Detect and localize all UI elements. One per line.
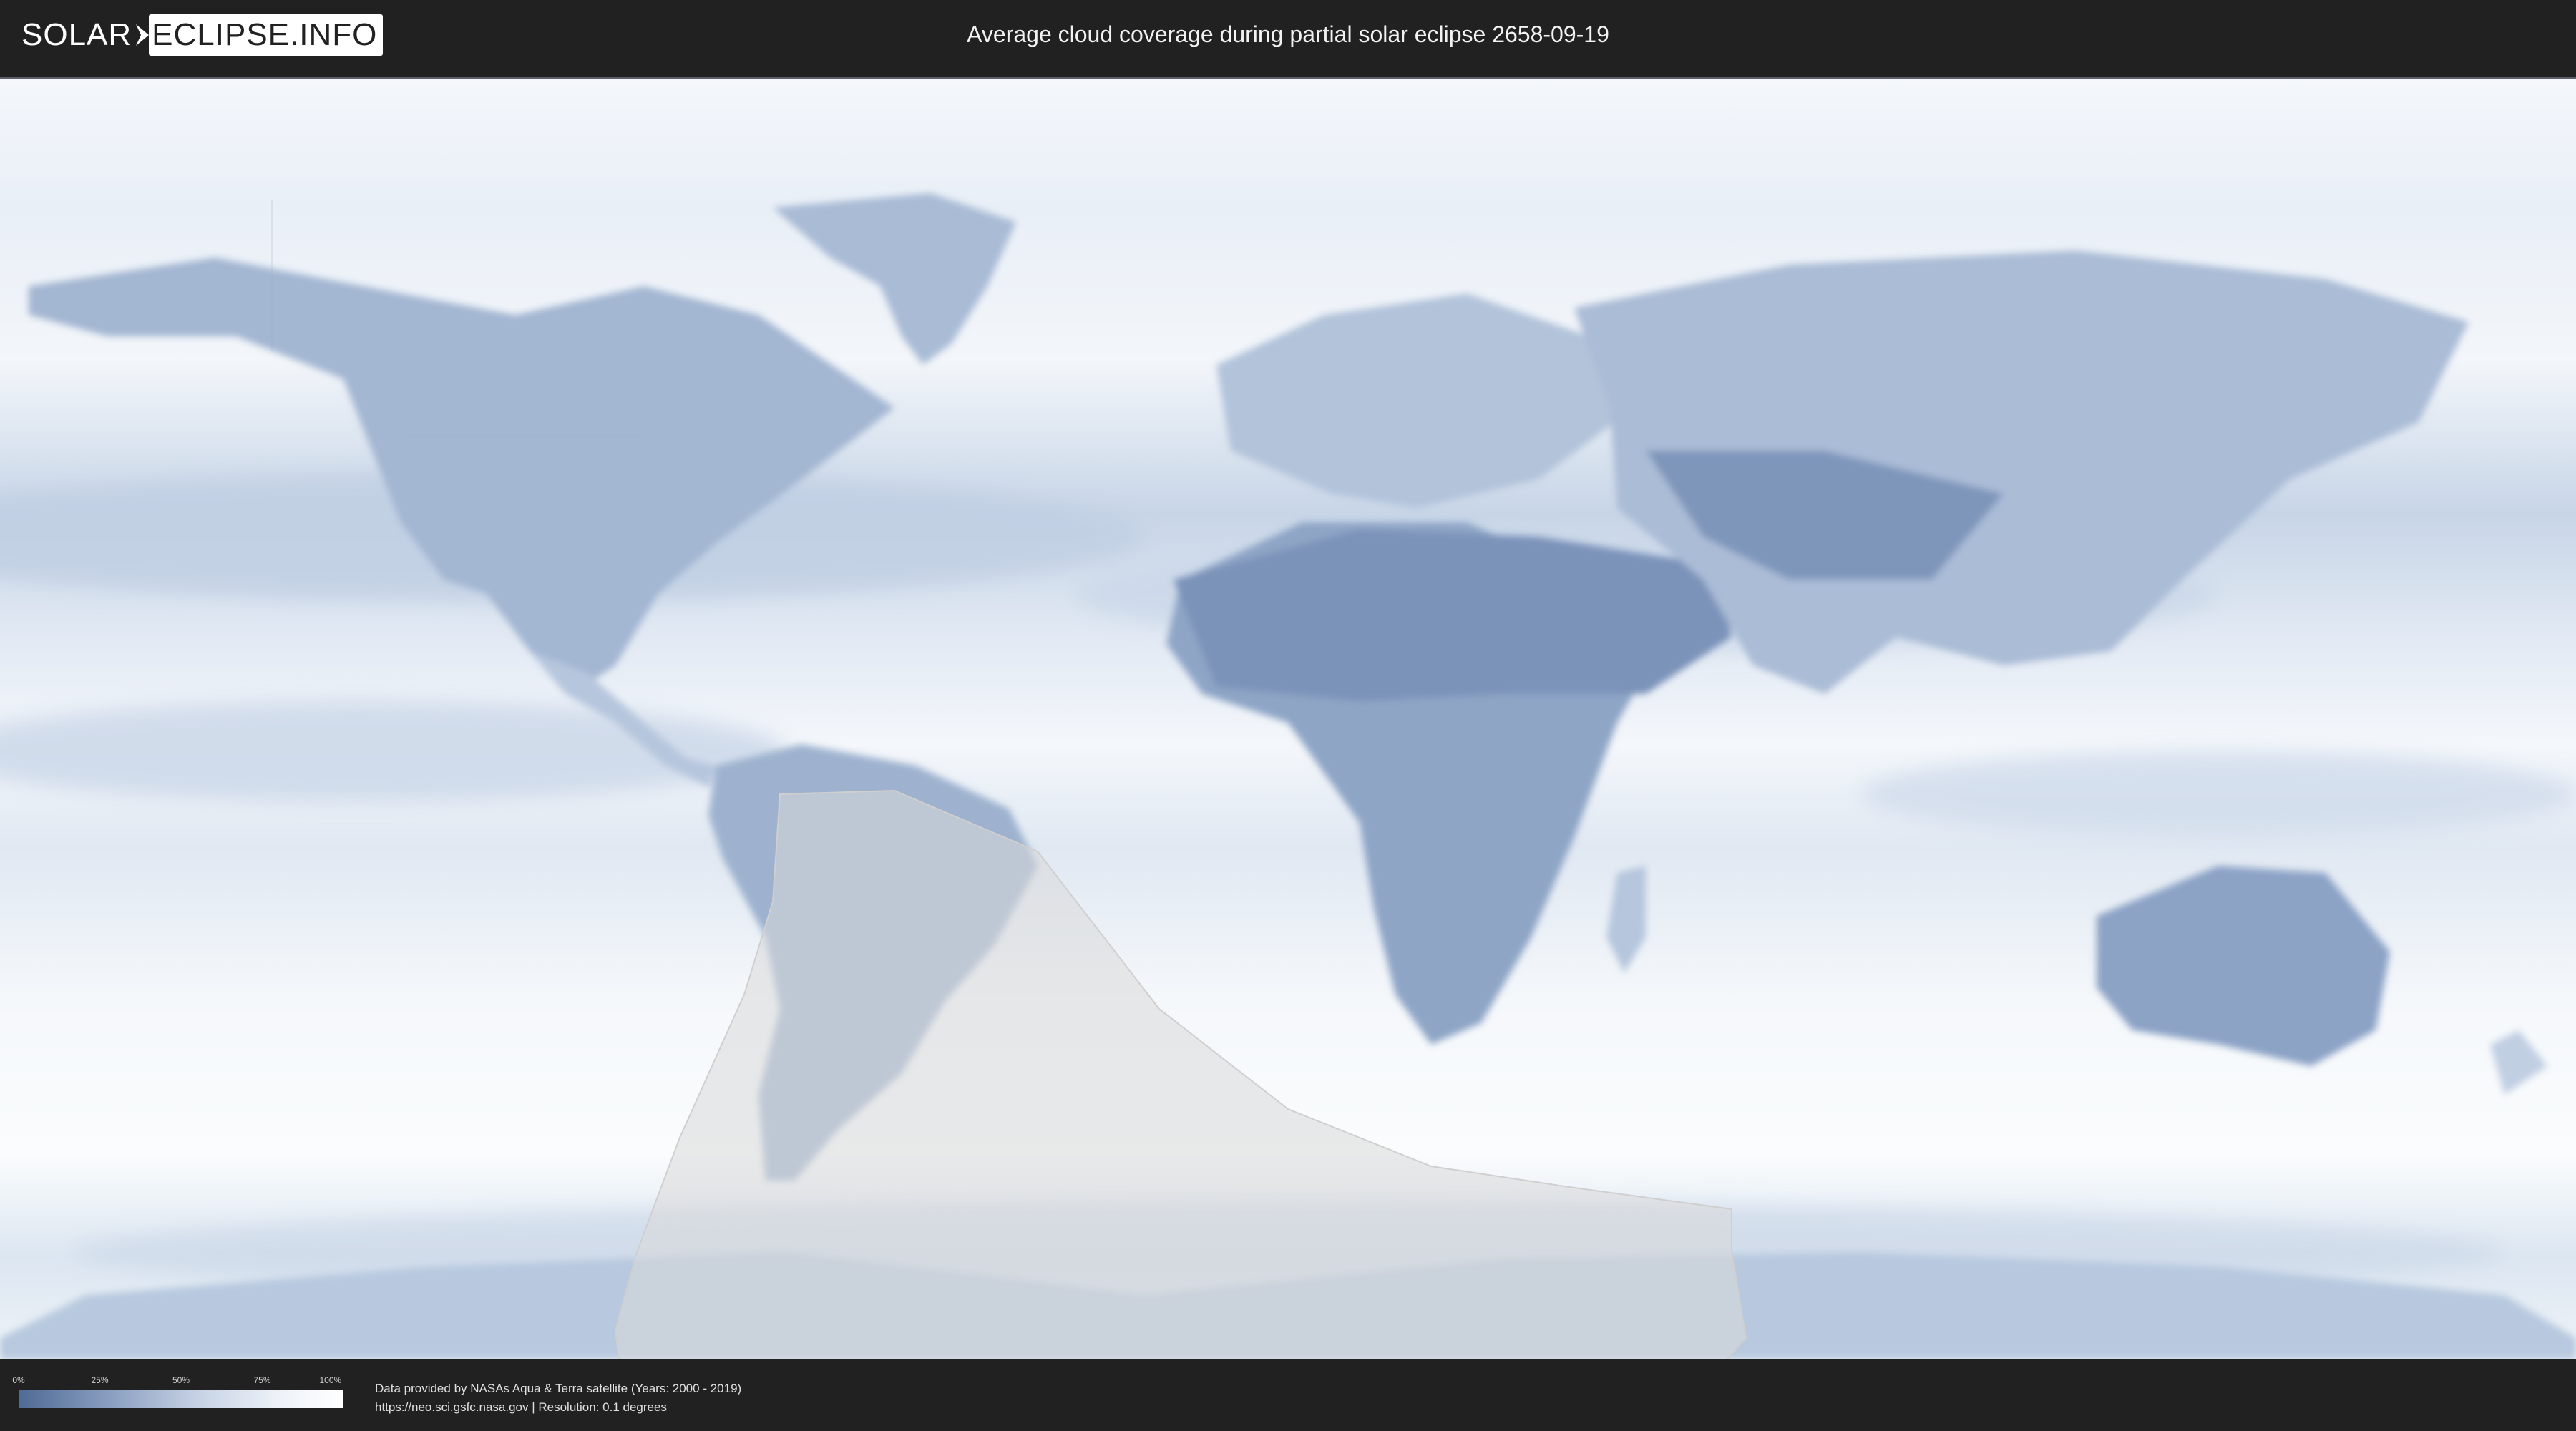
cloud-coverage-legend: 0% 25% 50% 75% 100% xyxy=(12,1375,343,1408)
page-title: Average cloud coverage during partial so… xyxy=(967,21,1609,47)
legend-tick-0: 0% xyxy=(12,1375,25,1385)
legend-ticks: 0% 25% 50% 75% 100% xyxy=(12,1375,343,1388)
footer-bar: 0% 25% 50% 75% 100% Data provided by NAS… xyxy=(0,1359,2576,1431)
legend-tick-75: 75% xyxy=(253,1375,271,1385)
cloud-coverage-map[interactable] xyxy=(0,77,2576,1361)
data-credits: Data provided by NASAs Aqua & Terra sate… xyxy=(375,1379,741,1417)
legend-tick-25: 25% xyxy=(91,1375,109,1385)
credits-url: https://neo.sci.gsfc.nasa.gov | Resoluti… xyxy=(375,1400,667,1414)
legend-tick-50: 50% xyxy=(172,1375,190,1385)
credits-source: Data provided by NASAs Aqua & Terra sate… xyxy=(375,1382,742,1395)
legend-color-bar xyxy=(19,1390,343,1408)
legend-tick-100: 100% xyxy=(319,1375,342,1385)
header-bar: SOLAR ECLIPSE.INFO Average cloud coverag… xyxy=(0,0,2576,72)
